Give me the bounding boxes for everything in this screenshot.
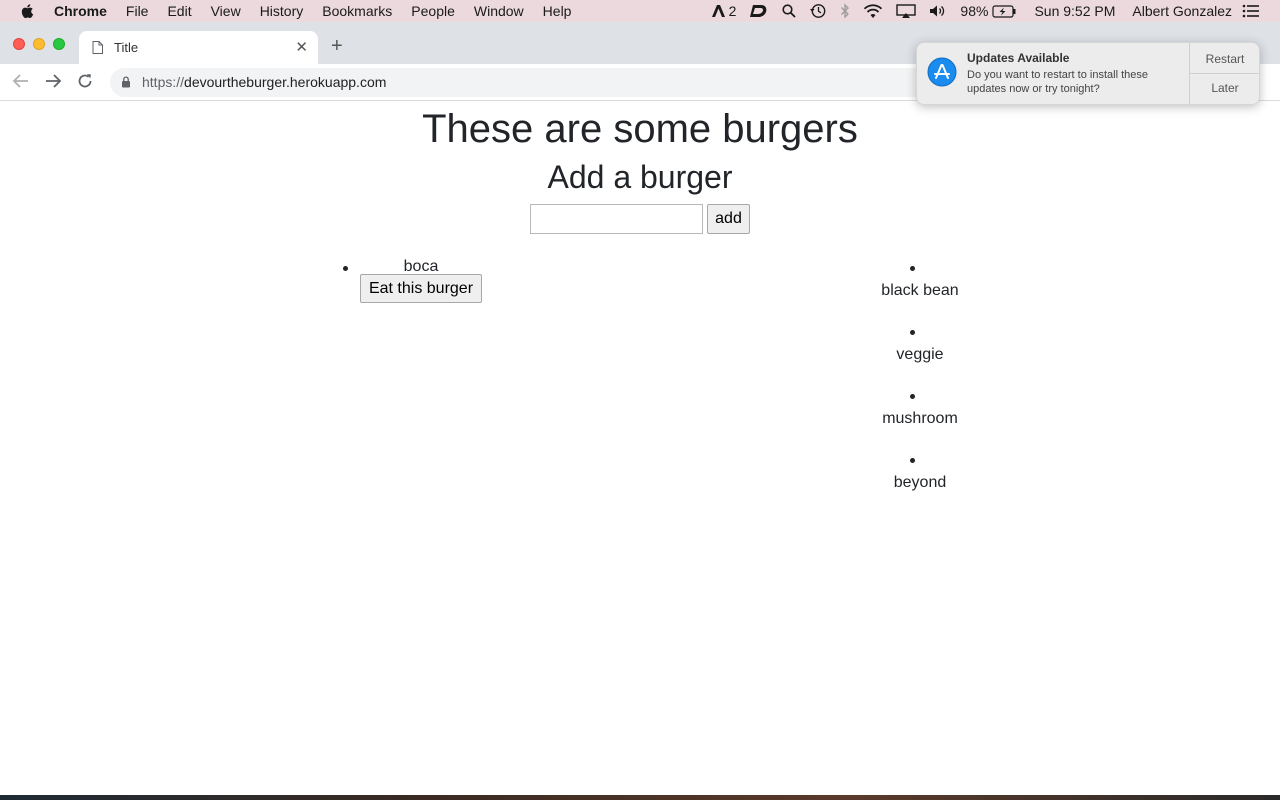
desktop-wallpaper bbox=[0, 795, 1280, 800]
menu-edit[interactable]: Edit bbox=[167, 3, 191, 19]
menu-file[interactable]: File bbox=[126, 3, 149, 19]
new-tab-button[interactable]: + bbox=[331, 36, 343, 56]
list-bullet bbox=[910, 330, 915, 335]
notification-title: Updates Available bbox=[967, 51, 1070, 65]
page-content: These are some burgers Add a burger add … bbox=[0, 102, 1280, 795]
url-scheme: https:// bbox=[142, 74, 185, 90]
restart-button[interactable]: Restart bbox=[1190, 43, 1260, 74]
reload-icon[interactable] bbox=[77, 73, 93, 89]
add-burger-button[interactable]: add bbox=[707, 204, 750, 234]
tab-close-icon[interactable]: ✕ bbox=[295, 40, 308, 55]
page-title: These are some burgers bbox=[422, 107, 858, 151]
list-bullet bbox=[910, 266, 915, 271]
battery-charging-icon bbox=[992, 4, 1016, 18]
menu-bookmarks[interactable]: Bookmarks bbox=[322, 3, 392, 19]
window-minimize-button[interactable] bbox=[33, 38, 45, 50]
browser-tab[interactable]: Title ✕ bbox=[79, 31, 318, 64]
bluetooth-icon[interactable] bbox=[840, 3, 850, 19]
battery-percent: 98% bbox=[960, 3, 989, 19]
devoured-burger-name: mushroom bbox=[882, 410, 958, 427]
forward-arrow-icon[interactable] bbox=[44, 73, 62, 89]
adobe-icon bbox=[711, 5, 725, 17]
dashlane-icon[interactable] bbox=[749, 4, 769, 18]
app-store-icon bbox=[927, 57, 957, 87]
menu-window[interactable]: Window bbox=[474, 3, 524, 19]
spotlight-icon[interactable] bbox=[782, 4, 797, 18]
window-maximize-button[interactable] bbox=[53, 38, 65, 50]
clock[interactable]: Sun 9:52 PM bbox=[1034, 3, 1115, 19]
later-button[interactable]: Later bbox=[1190, 74, 1260, 104]
lock-icon[interactable] bbox=[121, 76, 131, 88]
notification-actions: Restart Later bbox=[1189, 43, 1260, 104]
back-arrow-icon[interactable] bbox=[12, 73, 30, 89]
menu-help[interactable]: Help bbox=[543, 3, 572, 19]
adobe-status[interactable]: 2 bbox=[711, 3, 737, 19]
volume-icon[interactable] bbox=[929, 4, 947, 18]
wifi-icon[interactable] bbox=[863, 3, 883, 19]
devoured-burger-name: beyond bbox=[893, 474, 947, 491]
add-burger-heading: Add a burger bbox=[547, 159, 733, 195]
burger-name-input[interactable] bbox=[530, 204, 703, 234]
window-close-button[interactable] bbox=[13, 38, 25, 50]
url-host: devourtheburger.herokuapp.com bbox=[184, 74, 387, 90]
user-name[interactable]: Albert Gonzalez bbox=[1132, 3, 1232, 19]
tab-title: Title bbox=[114, 40, 139, 55]
page-icon bbox=[92, 41, 103, 54]
url-text: https://devourtheburger.herokuapp.com bbox=[142, 74, 386, 90]
battery-status[interactable]: 98% bbox=[960, 3, 1017, 19]
list-bullet bbox=[910, 394, 915, 399]
notification-body: Do you want to restart to install these … bbox=[967, 69, 1148, 95]
menu-app-chrome[interactable]: Chrome bbox=[54, 3, 107, 19]
menu-people[interactable]: People bbox=[411, 3, 455, 19]
time-machine-icon[interactable] bbox=[809, 3, 827, 19]
browser-window: Title ✕ + https://devourtheburger.heroku… bbox=[0, 22, 1280, 795]
notification-center-icon[interactable] bbox=[1242, 4, 1260, 18]
airplay-icon[interactable] bbox=[896, 3, 917, 19]
adobe-badge: 2 bbox=[728, 3, 737, 19]
eat-burger-button[interactable]: Eat this burger bbox=[360, 274, 482, 303]
menu-bar: Chrome File Edit View History Bookmarks … bbox=[0, 0, 1280, 22]
list-bullet bbox=[910, 458, 915, 463]
apple-icon[interactable] bbox=[20, 3, 36, 19]
devoured-burger-name: veggie bbox=[896, 346, 944, 363]
menu-history[interactable]: History bbox=[260, 3, 304, 19]
devoured-burger-name: black bean bbox=[881, 282, 959, 299]
update-notification[interactable]: Updates Available Do you want to restart… bbox=[916, 42, 1260, 105]
address-bar[interactable]: https://devourtheburger.herokuapp.com bbox=[110, 68, 930, 97]
menu-view[interactable]: View bbox=[211, 3, 241, 19]
